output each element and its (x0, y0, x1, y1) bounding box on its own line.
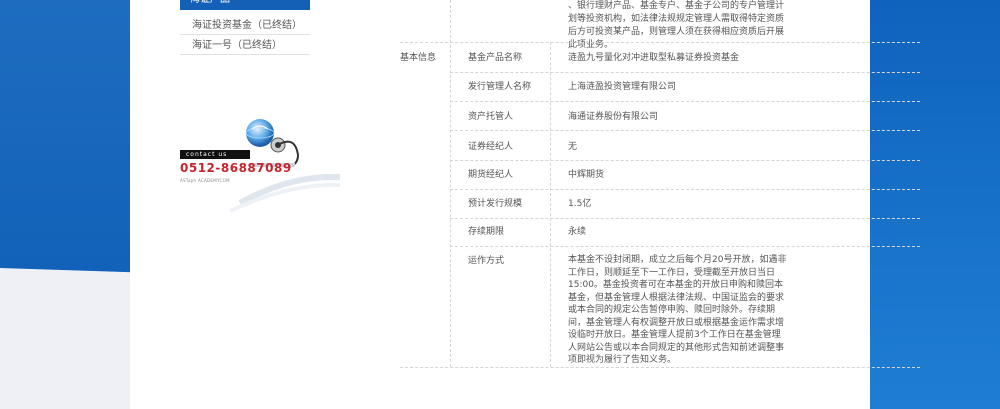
row-label-custodian: 资产托管人 (468, 112, 514, 122)
row-value-fund-name: 涟盈九号量化对冲进取型私募证券投资基金 (568, 53, 740, 63)
sidebar-active-item[interactable]: 海证产品 (180, 0, 310, 10)
row-value-futures-broker: 中辉期货 (568, 170, 605, 180)
row-divider (450, 189, 920, 190)
row-divider (450, 246, 920, 247)
sidebar-item-haizheng-one[interactable]: 海证一号（已终结） (180, 37, 310, 55)
contact-url: ASTaph ACADEMYCOM (180, 178, 230, 183)
row-label-securities-broker: 证券经纪人 (468, 142, 514, 152)
row-divider (400, 367, 920, 368)
row-divider (450, 218, 920, 219)
row-label-issuer: 发行管理人名称 (468, 82, 532, 92)
row-label-futures-broker: 期货经纪人 (468, 170, 514, 180)
row-label-operation: 运作方式 (468, 256, 505, 266)
row-value-securities-broker: 无 (568, 142, 578, 152)
row-value-duration: 永续 (568, 227, 587, 237)
row-divider (450, 101, 920, 102)
table-divider-label (450, 0, 451, 367)
row-value-custodian: 海通证券股份有限公司 (568, 112, 659, 122)
row-value-issuer: 上海涟盈投资管理有限公司 (568, 82, 677, 92)
row-divider (450, 130, 920, 131)
section-label: 基本信息 (400, 53, 437, 63)
sidebar-item-haizheng-fund[interactable]: 海证投资基金（已终结） (180, 17, 310, 35)
row-label-fund-name: 基金产品名称 (468, 53, 523, 63)
contact-block: contact us 0512-86887089 ASTaph ACADEMYC… (180, 115, 340, 215)
top-text: 、银行理财产品、基金专户、基金子公司的专户管理计划等投资机构，如法律法规规定管理… (568, 1, 785, 50)
content-page: 海证产品 海证投资基金（已终结） 海证一号（已终结） contact us (130, 0, 920, 409)
row-divider (450, 72, 920, 73)
contact-phone: 0512-86887089 (180, 161, 292, 175)
row-value-operation: 本基金不设封闭期，成立之后每个月20号开放，如遇非工作日，则顺延至下一工作日，受… (568, 255, 787, 365)
row-divider (400, 42, 920, 43)
row-label-duration: 存续期限 (468, 227, 505, 237)
contact-tag: contact us (180, 150, 250, 159)
row-label-scale: 预计发行规模 (468, 199, 523, 209)
background-blue-right (860, 0, 1000, 409)
row-value-scale: 1.5亿 (568, 199, 592, 209)
row-divider (450, 160, 920, 161)
table-divider-value (550, 42, 551, 367)
